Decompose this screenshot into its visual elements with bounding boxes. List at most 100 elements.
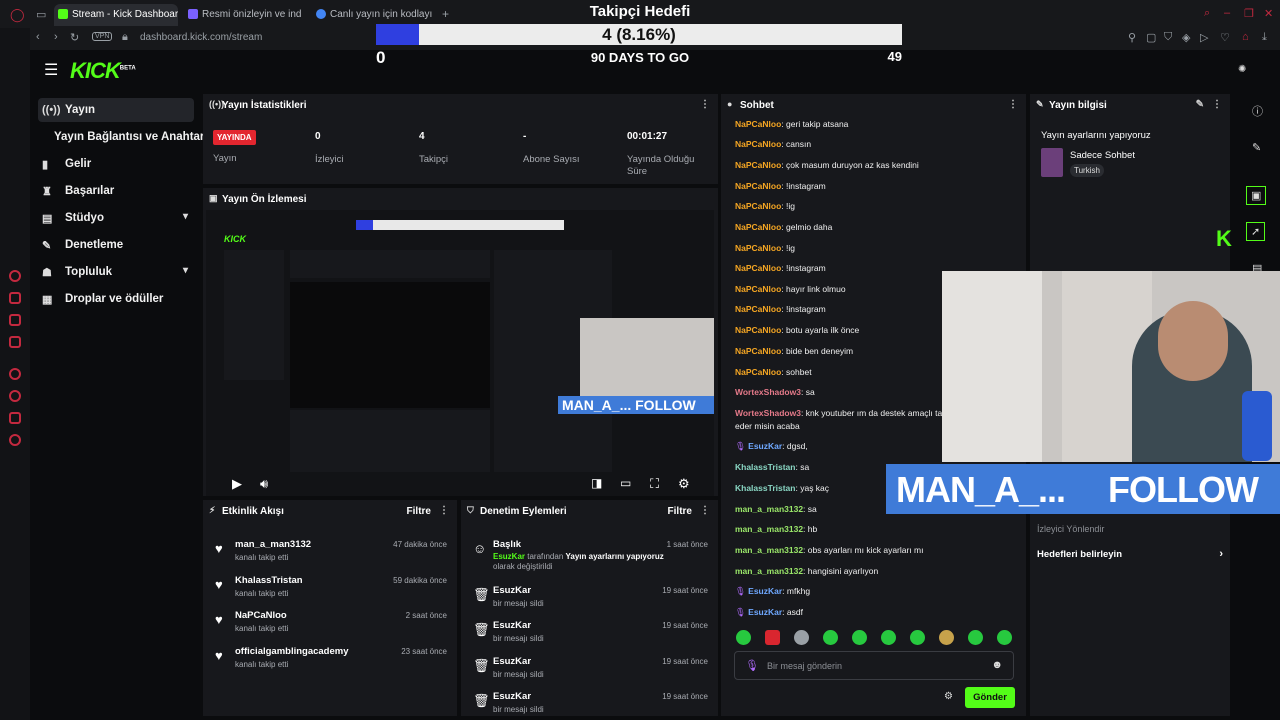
chat-username[interactable]: NaPCaNloo	[735, 346, 781, 356]
shield-icon[interactable]: ⛉	[1164, 31, 1172, 44]
theater-icon[interactable]: ▭	[620, 476, 631, 490]
sidebar-item-topluluk[interactable]: ☗ Topluluk ▾	[38, 260, 194, 284]
category-name[interactable]: Sadece Sohbet	[1070, 150, 1135, 161]
filter-button[interactable]: Filtre	[668, 506, 692, 517]
chat-username[interactable]: NaPCaNloo	[735, 243, 781, 253]
player-icon[interactable]: ▷	[1200, 31, 1208, 44]
set-goals-link[interactable]: Hedefleri belirleyin ›	[1037, 548, 1223, 560]
chat-username[interactable]: EsuzKar	[748, 441, 782, 451]
search-icon[interactable]: ⌕	[1204, 7, 1210, 20]
chat-username[interactable]: man_a_man3132	[735, 545, 803, 555]
sidebar-item-denetleme[interactable]: ✎ Denetleme	[38, 233, 194, 257]
account-icon[interactable]: ✺	[1238, 64, 1246, 75]
emote-icon[interactable]	[939, 630, 954, 645]
chat-username[interactable]: NaPCaNloo	[735, 284, 781, 294]
pencil-icon[interactable]: ✎	[1252, 141, 1261, 154]
kick-logo[interactable]: KICKBETA	[70, 58, 136, 84]
snapshot-icon[interactable]: ▢	[1146, 31, 1156, 44]
tab-encoder[interactable]: Canlı yayın için kodlayıcı a	[312, 4, 432, 26]
emote-icon[interactable]	[968, 630, 983, 645]
pip-icon[interactable]: ◨	[591, 476, 602, 490]
extensions-icon[interactable]	[9, 412, 21, 424]
chat-username[interactable]: NaPCaNloo	[735, 304, 781, 314]
sidebar-item-yayin[interactable]: ((•)) Yayın	[38, 98, 194, 122]
back-icon[interactable]: ‹	[36, 31, 40, 43]
edit-icon[interactable]: ✎	[1196, 99, 1204, 110]
more-options-icon[interactable]: ⋮	[700, 505, 710, 516]
chat-message-input[interactable]: 🎙︎ Bir mesaj gönderin ☻	[734, 651, 1014, 680]
music-icon[interactable]	[9, 336, 21, 348]
sidebar-item-gelir[interactable]: ▮ Gelir	[38, 152, 194, 176]
messenger-icon[interactable]	[9, 292, 21, 304]
emote-icon[interactable]	[997, 630, 1012, 645]
sidebar-item-stream-key[interactable]: Yayın Bağlantısı ve Anahtarı	[38, 125, 208, 149]
whatsapp-icon[interactable]	[9, 314, 21, 326]
chat-username[interactable]: KhalassTristan	[735, 483, 795, 493]
close-icon[interactable]: ✕	[1264, 7, 1273, 20]
twitch-icon[interactable]	[9, 270, 21, 282]
chat-username[interactable]: NaPCaNloo	[735, 181, 781, 191]
stream-preview-video[interactable]: KICK MAN_A_... FOLLOW	[206, 210, 714, 496]
forward-icon[interactable]: ›	[54, 31, 58, 43]
more-options-icon[interactable]: ⋮	[1008, 99, 1018, 110]
tab-overview-icon[interactable]: ▭	[36, 8, 46, 21]
emote-icon[interactable]	[765, 630, 780, 645]
chat-username[interactable]: NaPCaNloo	[735, 119, 781, 129]
chat-username[interactable]: NaPCaNloo	[735, 139, 781, 149]
chat-username[interactable]: WortexShadow3	[735, 387, 801, 397]
emote-icon[interactable]	[910, 630, 925, 645]
reload-icon[interactable]: ↻	[70, 31, 79, 44]
sidebar-item-basarilar[interactable]: ♜ Başarılar	[38, 179, 194, 203]
tab-kick-dashboard[interactable]: Stream - Kick Dashboard	[54, 4, 178, 26]
chat-username[interactable]: NaPCaNloo	[735, 160, 781, 170]
volume-icon[interactable]: 🔊︎	[260, 476, 268, 492]
minimize-icon[interactable]: –	[1224, 7, 1230, 19]
history-icon[interactable]	[9, 368, 21, 380]
cube-icon[interactable]: ◈	[1182, 31, 1190, 44]
download-icon[interactable]: ⤓	[1262, 31, 1267, 44]
chat-username[interactable]: NaPCaNloo	[735, 201, 781, 211]
hamburger-menu-icon[interactable]: ☰	[44, 60, 58, 80]
chat-username[interactable]: man_a_man3132	[735, 566, 803, 576]
gx-corner-icon[interactable]: ⌂	[1242, 31, 1249, 43]
new-tab-button[interactable]: +	[442, 7, 449, 21]
chat-username[interactable]: WortexShadow3	[735, 408, 801, 418]
play-icon[interactable]: ▶	[232, 476, 242, 492]
clock-icon[interactable]	[9, 390, 21, 402]
maximize-icon[interactable]: ❐	[1244, 7, 1254, 20]
emoji-icon[interactable]: ☻	[991, 659, 1003, 671]
vpn-badge[interactable]: VPN	[92, 32, 113, 41]
chat-username[interactable]: NaPCaNloo	[735, 222, 781, 232]
url-field[interactable]: dashboard.kick.com/stream	[140, 32, 262, 43]
tab-image-preview[interactable]: Resmi önizleyin ve indirin	[184, 4, 302, 26]
emote-icon[interactable]	[881, 630, 896, 645]
pin-icon[interactable]: ⚲	[1128, 31, 1136, 44]
send-button[interactable]: Gönder	[965, 687, 1015, 708]
chat-username[interactable]: KhalassTristan	[735, 462, 795, 472]
chat-username[interactable]: man_a_man3132	[735, 504, 803, 514]
chat-username[interactable]: EsuzKar	[748, 607, 782, 617]
chat-username[interactable]: NaPCaNloo	[735, 263, 781, 273]
opera-gx-logo-icon[interactable]: ◯	[10, 7, 25, 23]
emote-icon[interactable]	[823, 630, 838, 645]
chat-username[interactable]: EsuzKar	[748, 586, 782, 596]
shortcut-icon[interactable]: ➚	[1246, 222, 1266, 241]
sidebar-item-studyo[interactable]: ▤ Stüdyo ▾	[38, 206, 194, 230]
more-options-icon[interactable]: ⋮	[1212, 99, 1222, 110]
info-icon[interactable]: ⓘ	[1252, 103, 1263, 119]
settings-icon[interactable]	[9, 434, 21, 446]
settings-gear-icon[interactable]: ⚙	[678, 476, 690, 492]
chat-username[interactable]: man_a_man3132	[735, 524, 803, 534]
chat-username[interactable]: NaPCaNloo	[735, 325, 781, 335]
more-options-icon[interactable]: ⋮	[439, 505, 449, 516]
emote-icon[interactable]	[852, 630, 867, 645]
more-options-icon[interactable]: ⋮	[700, 99, 710, 110]
widget-icon[interactable]: ▣	[1246, 186, 1267, 205]
filter-button[interactable]: Filtre	[407, 506, 431, 517]
chat-username[interactable]: NaPCaNloo	[735, 367, 781, 377]
heart-icon[interactable]: ♡	[1220, 31, 1230, 44]
fullscreen-icon[interactable]: ⛶	[650, 476, 659, 492]
emote-icon[interactable]	[736, 630, 751, 645]
chat-settings-icon[interactable]: ⚙	[944, 691, 953, 702]
emote-icon[interactable]	[794, 630, 809, 645]
